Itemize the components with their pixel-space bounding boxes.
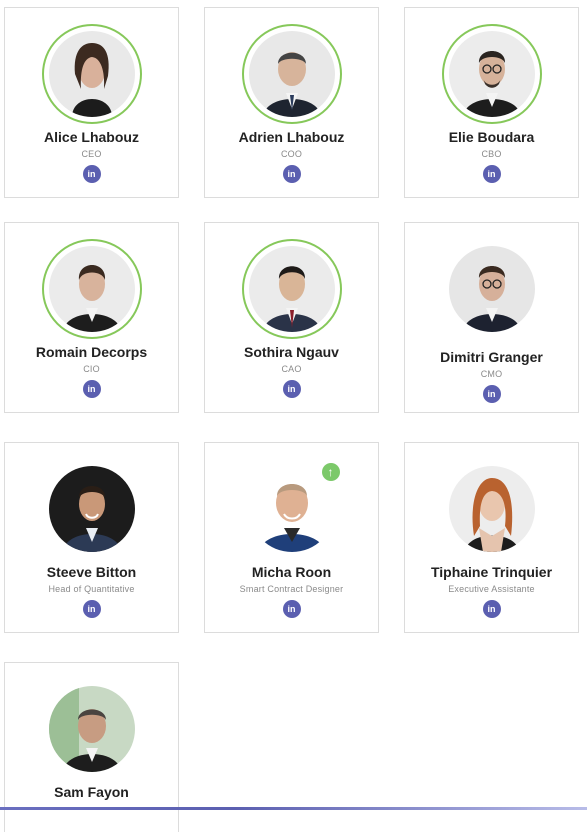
avatar bbox=[48, 246, 135, 332]
avatar bbox=[48, 686, 135, 772]
team-card-sothira-ngauv: Sothira Ngauv CAO in bbox=[204, 222, 379, 413]
member-name: Sothira Ngauv bbox=[244, 344, 339, 360]
member-role: COO bbox=[280, 149, 303, 159]
team-card-dimitri-granger: Dimitri Granger CMO in bbox=[404, 222, 579, 413]
avatar bbox=[248, 246, 335, 332]
member-role: Executive Assistante bbox=[448, 584, 535, 594]
member-name: Adrien Lhabouz bbox=[238, 129, 345, 145]
member-role: CEO bbox=[81, 149, 102, 159]
avatar-ring bbox=[41, 239, 142, 339]
avatar bbox=[248, 466, 335, 552]
upload-arrow-icon[interactable]: ↑ bbox=[321, 463, 340, 481]
linkedin-icon[interactable]: in bbox=[282, 165, 301, 183]
avatar bbox=[448, 466, 535, 552]
linkedin-icon[interactable]: in bbox=[482, 600, 501, 618]
member-name: Alice Lhabouz bbox=[44, 129, 139, 145]
member-role: CIO bbox=[83, 364, 100, 374]
team-card-elie-boudara: Elie Boudara CBO in bbox=[404, 7, 579, 198]
member-role: CMO bbox=[480, 369, 503, 379]
team-card-steeve-bitton: Steeve Bitton Head of Quantitative in bbox=[4, 442, 179, 633]
avatar-ring bbox=[41, 24, 142, 124]
avatar bbox=[248, 31, 335, 117]
member-name: Micha Roon bbox=[251, 564, 332, 580]
member-role: Smart Contract Designer bbox=[239, 584, 344, 594]
member-role: Head of Quantitative bbox=[48, 584, 135, 594]
avatar-frame: ↑ bbox=[242, 459, 342, 559]
linkedin-icon[interactable]: in bbox=[82, 165, 101, 183]
avatar-frame bbox=[442, 459, 542, 559]
linkedin-icon[interactable]: in bbox=[282, 380, 301, 398]
member-name: Tiphaine Trinquier bbox=[430, 564, 553, 580]
team-card-adrien-lhabouz: Adrien Lhabouz COO in bbox=[204, 7, 379, 198]
avatar bbox=[48, 31, 135, 117]
avatar-ring bbox=[241, 239, 342, 339]
avatar-frame bbox=[442, 239, 542, 339]
team-card-romain-decorps: Romain Decorps CIO in bbox=[4, 222, 179, 413]
member-name: Romain Decorps bbox=[35, 344, 148, 360]
linkedin-icon[interactable]: in bbox=[82, 600, 101, 618]
avatar-ring bbox=[441, 24, 542, 124]
team-card-micha-roon: ↑ Micha Roon Smart Contract Designer in bbox=[204, 442, 379, 633]
avatar bbox=[448, 246, 535, 332]
team-card-alice-lhabouz: Alice Lhabouz CEO in bbox=[4, 7, 179, 198]
member-role: CBO bbox=[481, 149, 502, 159]
member-name: Elie Boudara bbox=[448, 129, 535, 145]
avatar-frame bbox=[42, 459, 142, 559]
member-role: CAO bbox=[281, 364, 302, 374]
member-name: Sam Fayon bbox=[54, 784, 129, 800]
avatar bbox=[48, 466, 135, 552]
member-name: Dimitri Granger bbox=[440, 349, 543, 365]
avatar bbox=[448, 31, 535, 117]
avatar-ring bbox=[241, 24, 342, 124]
linkedin-icon[interactable]: in bbox=[482, 165, 501, 183]
member-name: Steeve Bitton bbox=[46, 564, 137, 580]
linkedin-icon[interactable]: in bbox=[482, 385, 501, 403]
linkedin-icon[interactable]: in bbox=[82, 380, 101, 398]
linkedin-icon[interactable]: in bbox=[282, 600, 301, 618]
team-card-tiphaine-trinquier: Tiphaine Trinquier Executive Assistante … bbox=[404, 442, 579, 633]
avatar-frame bbox=[42, 679, 142, 779]
